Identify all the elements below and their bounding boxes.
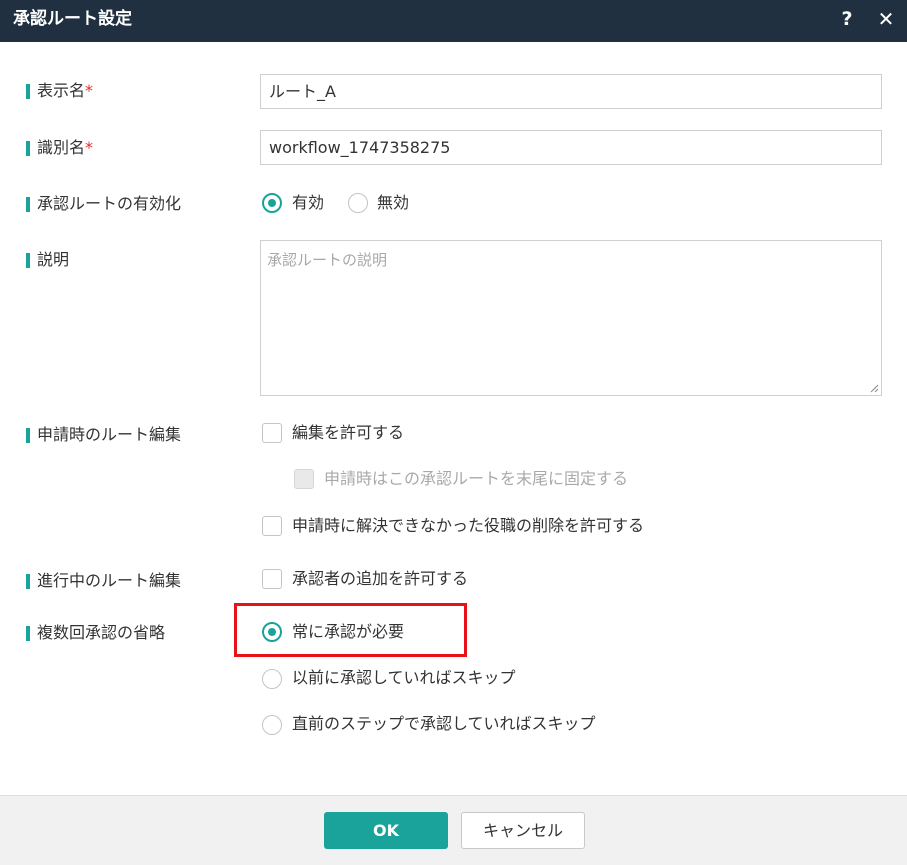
skip-if-approved-prev-step-radio[interactable] xyxy=(262,715,282,735)
highlight-box xyxy=(234,603,467,657)
edit-in-progress-label: 進行中のルート編集 xyxy=(26,570,181,592)
allow-add-approver-label: 承認者の追加を許可する xyxy=(292,569,469,588)
skip-if-approved-prev-step-label: 直前のステップで承認していればスキップ xyxy=(292,714,596,733)
fix-route-at-end-checkbox xyxy=(294,469,314,489)
required-mark: * xyxy=(85,81,94,100)
skip-if-approved-before-label: 以前に承認していればスキップ xyxy=(292,668,516,687)
description-label: 説明 xyxy=(26,249,69,271)
enable-route-option-on-label: 有効 xyxy=(292,193,325,212)
fix-route-at-end-label: 申請時はこの承認ルートを末尾に固定する xyxy=(324,469,629,488)
display-name-input[interactable]: ルート_A xyxy=(260,74,882,109)
identifier-input[interactable]: workflow_1747358275 xyxy=(260,130,882,165)
allow-delete-unresolved-role-label: 申請時に解決できなかった役職の削除を許可する xyxy=(292,516,645,535)
cancel-button[interactable]: キャンセル xyxy=(461,812,585,849)
enable-route-radio-on[interactable] xyxy=(262,193,282,213)
help-icon[interactable]: ? xyxy=(836,6,858,32)
close-icon[interactable]: ✕ xyxy=(874,6,898,32)
skip-multiple-label: 複数回承認の省略 xyxy=(26,622,165,644)
enable-route-option-off-label: 無効 xyxy=(377,193,410,212)
ok-button[interactable]: OK xyxy=(324,812,448,849)
allow-delete-unresolved-role-checkbox[interactable] xyxy=(262,516,282,536)
allow-edit-label: 編集を許可する xyxy=(292,423,405,442)
dialog-title: 承認ルート設定 xyxy=(13,9,132,29)
enable-route-radio-off[interactable] xyxy=(348,193,368,213)
display-name-label: 表示名* xyxy=(26,80,93,102)
allow-add-approver-checkbox[interactable] xyxy=(262,569,282,589)
allow-edit-checkbox[interactable] xyxy=(262,423,282,443)
resize-grip-icon[interactable] xyxy=(869,383,879,393)
dialog-footer xyxy=(0,795,907,865)
skip-if-approved-before-radio[interactable] xyxy=(262,669,282,689)
edit-on-apply-label: 申請時のルート編集 xyxy=(26,424,181,446)
required-mark: * xyxy=(85,138,94,157)
identifier-label: 識別名* xyxy=(26,137,93,159)
description-textarea[interactable]: 承認ルートの説明 xyxy=(260,240,882,396)
enable-route-label: 承認ルートの有効化 xyxy=(26,193,181,215)
dialog-titlebar: 承認ルート設定 ? ✕ xyxy=(0,0,907,42)
description-placeholder: 承認ルートの説明 xyxy=(267,251,388,269)
